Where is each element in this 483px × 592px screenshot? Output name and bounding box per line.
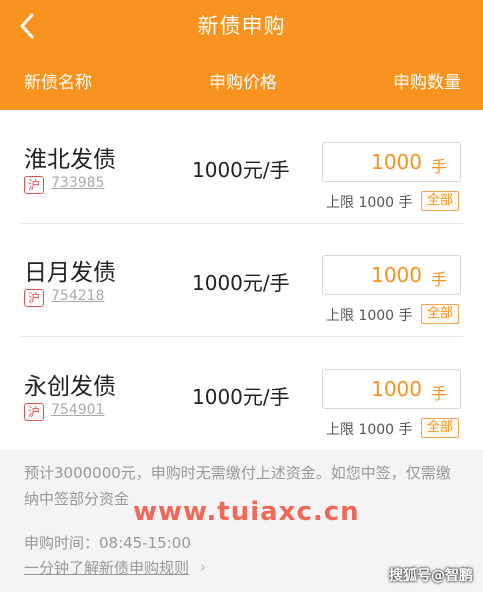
bond-list: 淮北发债 沪 733985 1000元/手 1000 手 上限 1000 手 全… (0, 110, 483, 450)
chevron-right-icon: › (200, 558, 206, 576)
bond-row: 日月发债 沪 754218 1000元/手 1000 手 上限 1000 手 全… (0, 223, 483, 337)
quantity-value: 1000 (371, 377, 422, 401)
quantity-input[interactable]: 1000 手 (322, 369, 461, 409)
quantity-unit: 手 (430, 384, 447, 403)
quantity-unit: 手 (430, 157, 447, 176)
bond-name: 淮北发债 (24, 147, 116, 173)
bond-row: 淮北发债 沪 733985 1000元/手 1000 手 上限 1000 手 全… (0, 110, 483, 224)
bond-price: 1000元/手 (192, 385, 290, 409)
bond-price: 1000元/手 (192, 158, 290, 182)
header-bar: 新债申购 新债名称 申购价格 申购数量 (0, 0, 483, 110)
market-tag: 沪 (24, 403, 44, 421)
all-button[interactable]: 全部 (421, 304, 459, 324)
quantity-value: 1000 (371, 150, 422, 174)
source-watermark: 搜狐号@智鹏 (389, 568, 473, 584)
limit-text: 上限 1000 手 (326, 308, 413, 324)
market-tag: 沪 (24, 176, 44, 194)
market-tag: 沪 (24, 289, 44, 307)
limit-text: 上限 1000 手 (326, 195, 413, 211)
quantity-value: 1000 (371, 263, 422, 287)
column-header-name: 新债名称 (24, 73, 92, 93)
subscription-time: 申购时间：08:45-15:00 (24, 534, 191, 552)
all-button[interactable]: 全部 (421, 191, 459, 211)
bond-name: 日月发债 (24, 260, 116, 286)
bond-code[interactable]: 733985 (51, 175, 104, 191)
quantity-input[interactable]: 1000 手 (322, 255, 461, 295)
page-title: 新债申购 (197, 14, 286, 38)
bond-row: 永创发债 沪 754901 1000元/手 1000 手 上限 1000 手 全… (0, 337, 483, 451)
bond-name: 永创发债 (24, 374, 116, 400)
limit-text: 上限 1000 手 (326, 422, 413, 438)
all-button[interactable]: 全部 (421, 418, 459, 438)
quantity-unit: 手 (430, 270, 447, 289)
column-header-price: 申购价格 (209, 73, 277, 93)
bond-code[interactable]: 754218 (51, 288, 104, 304)
watermark: www.tuiaxc.cn (133, 497, 360, 527)
quantity-input[interactable]: 1000 手 (322, 142, 461, 182)
rules-link[interactable]: 一分钟了解新债申购规则 (24, 557, 189, 578)
bond-price: 1000元/手 (192, 271, 290, 295)
bond-code[interactable]: 754901 (51, 402, 104, 418)
column-header-qty: 申购数量 (393, 73, 461, 93)
